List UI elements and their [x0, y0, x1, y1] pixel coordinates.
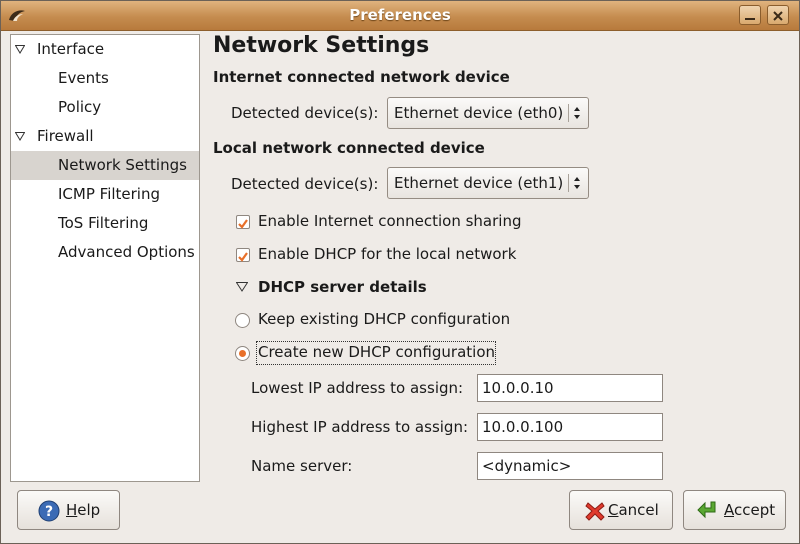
local-detected-label: Detected device(s):	[231, 175, 379, 193]
minimize-button[interactable]	[739, 5, 761, 25]
tree-item-label: Policy	[58, 98, 102, 116]
enable-sharing-checkbox[interactable]	[236, 215, 250, 229]
tree-item-tos-filtering[interactable]: ToS Filtering	[11, 209, 199, 238]
tree-item-icmp-filtering[interactable]: ICMP Filtering	[11, 180, 199, 209]
input-value: 10.0.0.100	[482, 418, 564, 436]
close-button[interactable]	[767, 5, 789, 25]
page-title: Network Settings	[213, 33, 430, 58]
local-device-combo[interactable]: Ethernet device (eth1)	[387, 167, 589, 199]
preferences-window: Preferences Interface Events Policy Fire…	[0, 0, 800, 544]
cancel-rest: ancel	[618, 501, 659, 519]
updown-arrows-icon	[574, 177, 580, 189]
svg-text:?: ?	[45, 504, 53, 520]
help-label: Help	[66, 501, 100, 519]
cancel-mnemonic: C	[608, 501, 619, 519]
tree-item-label: Advanced Options	[58, 243, 195, 261]
internet-device-combo[interactable]: Ethernet device (eth0)	[387, 97, 589, 129]
tree-item-interface[interactable]: Interface	[11, 35, 199, 64]
lowest-ip-input[interactable]: 10.0.0.10	[477, 374, 663, 402]
tree-item-label: Network Settings	[58, 156, 187, 174]
expander-down-icon[interactable]	[15, 45, 25, 54]
enable-sharing-label[interactable]: Enable Internet connection sharing	[258, 212, 521, 230]
accept-label: Accept	[724, 501, 775, 519]
window-title: Preferences	[349, 6, 451, 24]
tree-item-network-settings[interactable]: Network Settings	[11, 151, 199, 180]
lowest-ip-label: Lowest IP address to assign:	[251, 379, 464, 397]
dhcp-details-expander[interactable]: DHCP server details	[258, 278, 427, 296]
tree-item-events[interactable]: Events	[11, 64, 199, 93]
tree-item-label: Events	[58, 69, 109, 87]
combo-value: Ethernet device (eth0)	[394, 104, 564, 122]
help-rest: elp	[77, 501, 101, 519]
tree-item-advanced-options[interactable]: Advanced Options	[11, 238, 199, 267]
tree-item-label: Firewall	[37, 127, 94, 145]
internet-detected-label: Detected device(s):	[231, 104, 379, 122]
create-new-radio[interactable]	[235, 346, 250, 361]
highest-ip-input[interactable]: 10.0.0.100	[477, 413, 663, 441]
input-value: 10.0.0.10	[482, 379, 554, 397]
accept-arrow-icon	[697, 501, 716, 519]
cancel-x-icon	[585, 502, 605, 521]
close-icon	[773, 11, 783, 21]
expander-down-icon[interactable]	[15, 132, 25, 141]
help-button[interactable]: ? Help	[17, 490, 120, 530]
name-server-label: Name server:	[251, 457, 353, 475]
input-value: <dynamic>	[482, 457, 572, 475]
checkmark-icon	[238, 219, 248, 229]
accept-button[interactable]: Accept	[683, 490, 786, 530]
tree-item-label: ToS Filtering	[58, 214, 149, 232]
tree-item-firewall[interactable]: Firewall	[11, 122, 199, 151]
combo-value: Ethernet device (eth1)	[394, 174, 564, 192]
help-mnemonic: H	[66, 501, 78, 519]
combo-separator	[568, 104, 569, 122]
accept-mnemonic: A	[724, 501, 734, 519]
name-server-input[interactable]: <dynamic>	[477, 452, 663, 480]
help-icon: ?	[38, 500, 60, 522]
preferences-tree[interactable]: Interface Events Policy Firewall Network…	[10, 34, 200, 482]
local-section-heading: Local network connected device	[213, 139, 485, 157]
checkmark-icon	[238, 252, 248, 262]
cancel-label: Cancel	[608, 501, 659, 519]
internet-section-heading: Internet connected network device	[213, 68, 510, 86]
highest-ip-label: Highest IP address to assign:	[251, 418, 469, 436]
expander-down-icon[interactable]	[236, 282, 248, 292]
enable-dhcp-checkbox[interactable]	[236, 248, 250, 262]
combo-separator	[568, 174, 569, 192]
keep-existing-radio[interactable]	[235, 313, 250, 328]
create-new-label[interactable]: Create new DHCP configuration	[258, 343, 495, 361]
tree-item-policy[interactable]: Policy	[11, 93, 199, 122]
network-settings-panel: Network Settings Internet connected netw…	[213, 31, 793, 491]
accept-rest: ccept	[734, 501, 776, 519]
updown-arrows-icon	[574, 107, 580, 119]
minimize-icon	[745, 18, 755, 20]
cancel-button[interactable]: Cancel	[569, 490, 673, 530]
tree-item-label: ICMP Filtering	[58, 185, 160, 203]
title-bar[interactable]: Preferences	[1, 1, 799, 31]
enable-dhcp-label[interactable]: Enable DHCP for the local network	[258, 245, 516, 263]
keep-existing-label[interactable]: Keep existing DHCP configuration	[258, 310, 510, 328]
tree-item-label: Interface	[37, 40, 105, 58]
